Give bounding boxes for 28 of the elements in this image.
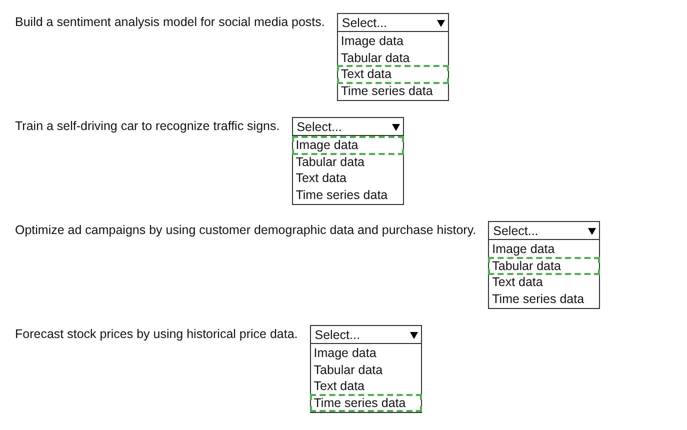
dropdown-option[interactable]: Text data bbox=[310, 378, 421, 394]
dropdown-select[interactable]: Select... bbox=[310, 325, 422, 344]
question-text: Train a self-driving car to recognize traffic signs. bbox=[15, 118, 280, 133]
caret-icon bbox=[436, 18, 445, 26]
dropdown-option[interactable]: Image data bbox=[292, 137, 403, 154]
dropdown-option[interactable]: Text data bbox=[292, 170, 403, 186]
question-text: Optimize ad campaigns by using customer demographic data and purchase history. bbox=[15, 222, 476, 237]
dropdown-option[interactable]: Tabular data bbox=[338, 50, 448, 66]
dropdown-option[interactable]: Time series data bbox=[292, 186, 403, 203]
dropdown-select[interactable]: Select... bbox=[336, 13, 449, 32]
dropdown-option[interactable]: Image data bbox=[338, 33, 448, 50]
dropdown-option[interactable]: Image data bbox=[310, 345, 421, 362]
dropdown-select[interactable]: Select... bbox=[292, 117, 404, 136]
dropdown-select[interactable]: Select... bbox=[488, 221, 600, 240]
question-text: Build a sentiment analysis model for social media posts. bbox=[15, 14, 325, 29]
question-text: Forecast stock prices by using historical price data. bbox=[15, 326, 298, 341]
caret-icon bbox=[588, 226, 596, 234]
dropdown-option[interactable]: Tabular data bbox=[489, 258, 600, 274]
caret-icon bbox=[410, 330, 418, 338]
dropdown-option[interactable]: Tabular data bbox=[310, 362, 421, 378]
dropdown-option[interactable]: Time series data bbox=[489, 290, 600, 307]
dropdown-option[interactable]: Time series data bbox=[338, 82, 448, 99]
dropdown-option[interactable]: Tabular data bbox=[292, 154, 403, 170]
caret-icon bbox=[392, 122, 400, 130]
dropdown-option[interactable]: Time series data bbox=[310, 394, 421, 411]
dropdown-option[interactable]: Image data bbox=[489, 241, 600, 258]
dropdown-option[interactable]: Text data bbox=[489, 274, 600, 290]
dropdown-option[interactable]: Text data bbox=[338, 66, 448, 82]
